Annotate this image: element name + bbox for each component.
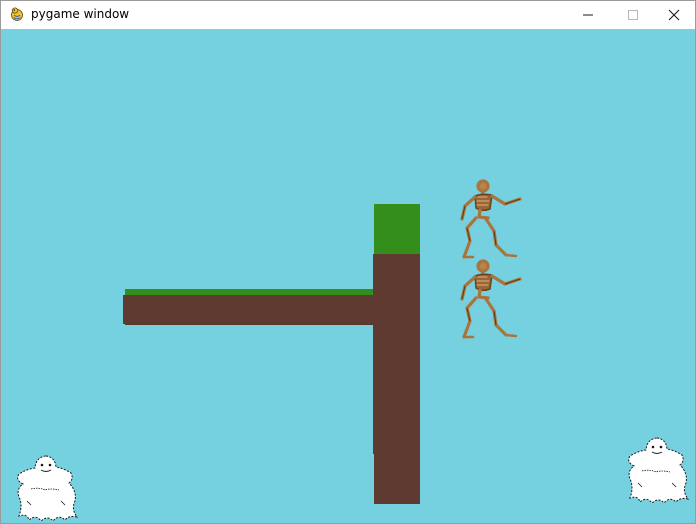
pygame-window: pygame window [0,0,696,524]
pygame-snake-icon [11,7,23,21]
maximize-icon [628,10,638,20]
title-bar[interactable]: pygame window [1,1,695,29]
pillar-dirt [373,254,420,454]
vertical-pillar-platform [373,204,421,504]
horizontal-ledge-platform [123,288,375,325]
maximize-button[interactable] [610,1,655,29]
window-title: pygame window [31,7,130,21]
minimize-icon [583,14,593,16]
pillar-grass-top [374,204,420,254]
ledge-dirt-edge [125,323,373,325]
game-canvas[interactable] [1,29,695,523]
pillar-dirt-bottom [374,454,420,504]
ghost-sprite-left [17,455,79,522]
skeleton-enemy-1 [460,179,522,259]
close-icon [668,9,680,21]
ghost-sprite-right [628,437,690,504]
minimize-button[interactable] [565,1,610,29]
close-button[interactable] [651,1,695,29]
ledge-dirt [123,295,375,324]
skeleton-enemy-2 [460,259,522,339]
